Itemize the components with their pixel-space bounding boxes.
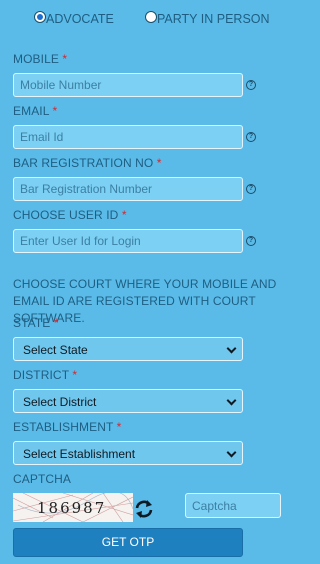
chevron-down-icon [226, 447, 237, 458]
mobile-label: MOBILE * [13, 52, 67, 66]
state-label-text: STATE [13, 316, 51, 330]
establishment-select[interactable]: Select Establishment [13, 441, 243, 465]
help-icon[interactable]: ? [246, 132, 256, 142]
required-marker: * [156, 156, 162, 170]
advocate-radio-label[interactable]: ADVOCATE [46, 12, 114, 26]
user-id-input[interactable] [13, 229, 243, 253]
required-marker: * [53, 316, 59, 330]
establishment-label-text: ESTABLISHMENT [13, 420, 114, 434]
state-select-value: Select State [23, 343, 88, 357]
district-select[interactable]: Select District [13, 389, 243, 413]
get-otp-button[interactable]: GET OTP [13, 528, 243, 557]
establishment-select-value: Select Establishment [23, 447, 136, 461]
mobile-input[interactable] [13, 73, 243, 97]
required-marker: * [121, 208, 127, 222]
establishment-label: ESTABLISHMENT * [13, 420, 121, 434]
required-marker: * [62, 52, 68, 66]
chevron-down-icon [226, 395, 237, 406]
help-icon[interactable]: ? [246, 236, 256, 246]
bar-registration-label-text: BAR REGISTRATION NO [13, 156, 154, 170]
user-id-label-text: CHOOSE USER ID [13, 208, 119, 222]
captcha-input[interactable] [185, 493, 281, 518]
mobile-label-text: MOBILE [13, 52, 59, 66]
party-in-person-radio[interactable] [145, 11, 157, 23]
email-label-text: EMAIL [13, 104, 50, 118]
chevron-down-icon [226, 343, 237, 354]
advocate-radio[interactable] [34, 11, 46, 23]
party-in-person-radio-label[interactable]: PARTY IN PERSON [157, 12, 270, 26]
user-type-radio-group: ADVOCATE PARTY IN PERSON [0, 0, 311, 34]
refresh-icon[interactable] [133, 498, 155, 520]
captcha-image-text: 186987 [37, 499, 107, 517]
district-select-value: Select District [23, 395, 97, 409]
state-select[interactable]: Select State [13, 337, 243, 361]
bar-registration-label: BAR REGISTRATION NO * [13, 156, 162, 170]
required-marker: * [72, 368, 78, 382]
required-marker: * [116, 420, 122, 434]
state-label: STATE * [13, 316, 59, 330]
help-icon[interactable]: ? [246, 80, 256, 90]
district-label: DISTRICT * [13, 368, 77, 382]
email-input[interactable] [13, 125, 243, 149]
district-label-text: DISTRICT [13, 368, 69, 382]
email-label: EMAIL * [13, 104, 57, 118]
help-icon[interactable]: ? [246, 184, 256, 194]
captcha-image: 186987 [13, 493, 133, 522]
user-id-label: CHOOSE USER ID * [13, 208, 127, 222]
bar-registration-input[interactable] [13, 177, 243, 201]
required-marker: * [52, 104, 58, 118]
captcha-label: CAPTCHA [13, 472, 72, 486]
